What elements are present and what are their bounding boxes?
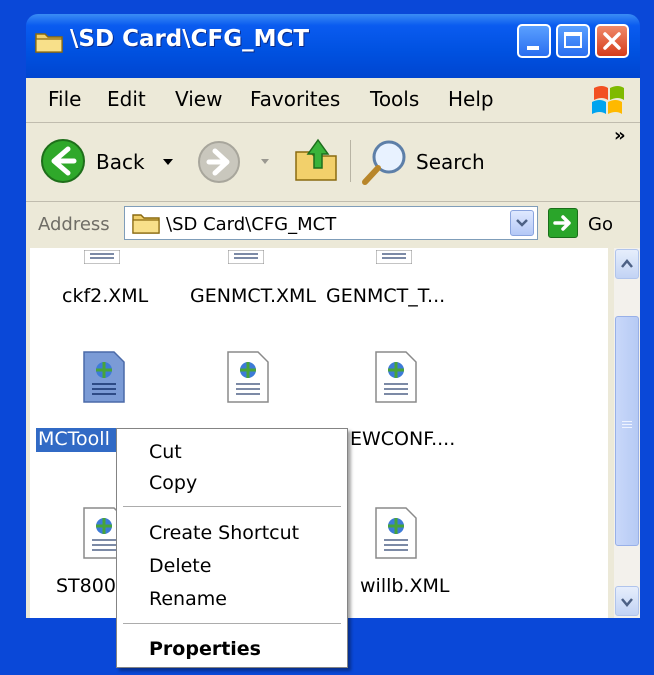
file-name[interactable]: ST800 [56,575,116,597]
folder-icon [35,33,63,53]
menu-tools[interactable]: Tools [370,87,419,111]
minimize-button[interactable] [517,24,551,58]
address-value: \SD Card\CFG_MCT [166,214,337,235]
search-button-label[interactable]: Search [416,150,485,174]
scroll-down-button[interactable] [615,586,639,616]
context-menu-properties[interactable]: Properties [149,638,261,660]
menu-view[interactable]: View [175,87,222,111]
chevron-up-icon [621,259,633,268]
go-arrow-icon[interactable] [548,208,578,238]
xml-file-icon [227,351,269,403]
forward-dropdown-icon[interactable] [260,158,270,165]
xml-file-icon[interactable] [82,350,126,404]
folder-icon [132,214,160,234]
back-dropdown-icon[interactable] [162,158,174,166]
menu-edit[interactable]: Edit [107,87,146,111]
address-label: Address [38,214,110,235]
xml-file-icon [228,250,264,264]
context-menu-cut[interactable]: Cut [149,441,182,463]
toolbar-overflow[interactable]: » [614,125,626,146]
context-menu-delete[interactable]: Delete [149,555,211,577]
menu-separator [123,623,341,624]
file-name[interactable]: willb.XML [360,575,449,597]
xml-file-icon [375,507,417,559]
windows-logo-icon [592,86,624,114]
context-menu-copy[interactable]: Copy [149,472,197,494]
close-button[interactable] [595,24,629,58]
menu-help[interactable]: Help [448,87,494,111]
address-dropdown-button[interactable] [510,210,534,236]
context-menu-create-shortcut[interactable]: Create Shortcut [149,522,299,544]
xml-file-icon [376,250,412,264]
forward-arrow-icon[interactable] [197,140,241,184]
back-button-label[interactable]: Back [96,150,145,174]
file-name[interactable]: GENMCT.XML [190,285,316,307]
file-name-selected[interactable]: MCTooll [38,428,110,450]
menu-file[interactable]: File [48,87,81,111]
close-icon [603,32,621,50]
search-icon[interactable] [360,137,410,187]
menu-separator [123,506,341,507]
back-arrow-icon[interactable] [40,138,86,184]
file-name[interactable]: GENMCT_T... [326,285,445,307]
chevron-down-icon [621,598,633,607]
file-name[interactable]: EWCONF.... [350,428,455,450]
scroll-thumb[interactable] [615,316,639,546]
chevron-down-icon [516,219,528,227]
xml-file-icon [375,351,417,403]
context-menu-rename[interactable]: Rename [149,588,227,610]
window-title: \SD Card\CFG_MCT [70,26,310,52]
xml-file-icon [84,250,120,264]
folder-up-icon[interactable] [294,136,338,184]
file-name[interactable]: ckf2.XML [62,285,148,307]
scroll-up-button[interactable] [615,249,639,279]
toolbar-separator [350,140,351,182]
context-menu: Cut Copy Create Shortcut Delete Rename P… [116,428,348,668]
menu-favorites[interactable]: Favorites [250,87,340,111]
go-button-label[interactable]: Go [588,214,613,235]
maximize-button[interactable] [556,24,590,58]
